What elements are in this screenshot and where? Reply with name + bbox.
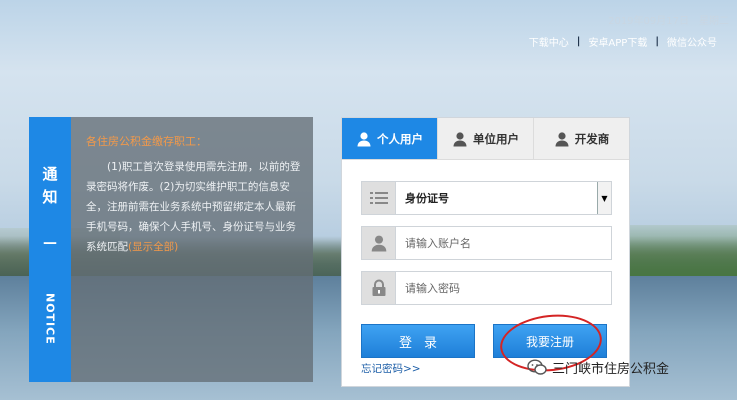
tab-label: 单位用户 — [473, 131, 519, 146]
notice-text: (1)职工首次登录使用需先注册，以前的登录密码将作废。(2)为切实维护职工的信息… — [86, 157, 303, 257]
tab-label: 开发商 — [574, 131, 610, 146]
password-input[interactable] — [396, 272, 611, 304]
notice-tab-char: 知 — [42, 188, 58, 206]
link-download-center[interactable]: 下载中心 — [521, 34, 577, 49]
tab-personal-user[interactable]: 个人用户 — [342, 118, 438, 159]
background-shore-right — [630, 225, 737, 280]
notice-tab: 通 知 — NOTICE — [29, 117, 71, 382]
date-label: 2019年09月17日 星期二 — [608, 16, 729, 27]
top-links: 下载中心 | 安卓APP下载 | 微信公众号 — [521, 34, 725, 49]
notice-tab-divider: — — [43, 235, 57, 251]
login-button[interactable]: 登录 — [361, 324, 475, 358]
notice-content: (1)职工首次登录使用需先注册，以前的登录密码将作废。(2)为切实维护职工的信息… — [86, 161, 301, 253]
notice-tab-english: NOTICE — [43, 293, 57, 345]
notice-panel: 通 知 — NOTICE 各住房公积金缴存职工： (1)职工首次登录使用需先注册… — [29, 117, 313, 382]
notice-tab-char: 通 — [42, 165, 58, 183]
forgot-password-link[interactable]: 忘记密码>> — [361, 361, 421, 376]
wechat-icon — [527, 359, 547, 376]
list-icon — [362, 182, 396, 214]
show-all-link[interactable]: (显示全部) — [128, 241, 178, 253]
user-icon — [362, 227, 396, 259]
link-android-app[interactable]: 安卓APP下载 — [580, 34, 655, 49]
notice-title: 各住房公积金缴存职工： — [86, 135, 207, 148]
tab-label: 个人用户 — [377, 131, 423, 146]
watermark: 三门峡市住房公积金 — [527, 358, 669, 377]
id-type-select[interactable]: 身份证号 ▼ — [361, 181, 612, 215]
user-icon — [554, 131, 570, 147]
login-tabs: 个人用户 单位用户 开发商 — [342, 118, 629, 160]
watermark-text: 三门峡市住房公积金 — [552, 362, 670, 377]
id-type-value: 身份证号 — [405, 192, 449, 205]
tab-company-user[interactable]: 单位用户 — [438, 118, 534, 159]
user-icon — [452, 131, 468, 147]
password-field[interactable] — [361, 271, 612, 305]
user-icon — [356, 131, 372, 147]
account-input[interactable] — [396, 227, 611, 259]
notice-body: 各住房公积金缴存职工： (1)职工首次登录使用需先注册，以前的登录密码将作废。(… — [71, 117, 313, 382]
chevron-down-icon[interactable]: ▼ — [597, 182, 611, 214]
account-field[interactable] — [361, 226, 612, 260]
lock-icon — [362, 272, 396, 304]
tab-developer[interactable]: 开发商 — [534, 118, 629, 159]
link-wechat[interactable]: 微信公众号 — [659, 34, 725, 49]
